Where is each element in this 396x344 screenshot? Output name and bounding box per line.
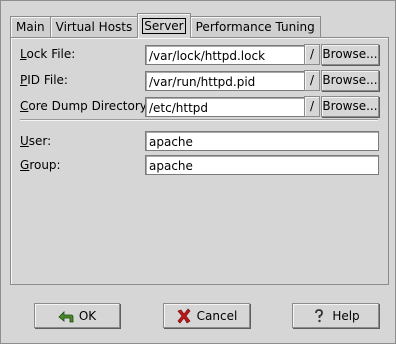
help-button-label: Help bbox=[332, 308, 360, 323]
tab-bar: Main Virtual Hosts Server Performance Tu… bbox=[10, 13, 321, 38]
tab-server[interactable]: Server bbox=[137, 13, 191, 38]
pid-file-slash-button[interactable]: / bbox=[304, 70, 320, 91]
ok-button-label: OK bbox=[78, 308, 97, 323]
user-label: User: bbox=[20, 130, 51, 152]
separator bbox=[20, 119, 378, 121]
tab-virtual-hosts-label: Virtual Hosts bbox=[55, 20, 133, 34]
pid-file-label-text: ID File: bbox=[27, 73, 68, 87]
question-icon bbox=[311, 308, 327, 324]
group-label: Group: bbox=[20, 154, 61, 176]
pid-file-browse-button[interactable]: Browse... bbox=[321, 70, 379, 91]
core-dump-browse-button[interactable]: Browse... bbox=[321, 96, 379, 117]
core-dump-input[interactable]: /etc/httpd bbox=[145, 97, 305, 117]
server-tab-panel: Lock File: /var/lock/httpd.lock / Browse… bbox=[10, 37, 389, 285]
pid-file-input[interactable]: /var/run/httpd.pid bbox=[145, 71, 305, 91]
cancel-button-label: Cancel bbox=[196, 308, 238, 323]
tab-performance-tuning-label: Performance Tuning bbox=[195, 20, 315, 34]
tab-virtual-hosts[interactable]: Virtual Hosts bbox=[49, 16, 139, 38]
help-button[interactable]: Help bbox=[292, 303, 379, 328]
lock-file-label-text: ock File: bbox=[26, 47, 76, 61]
user-label-text: ser: bbox=[28, 134, 52, 148]
group-input[interactable]: apache bbox=[145, 155, 379, 175]
core-dump-label: Core Dump Directory: bbox=[20, 95, 150, 117]
core-dump-label-text: ore Dump Directory: bbox=[28, 99, 151, 113]
user-label-mnemonic: U bbox=[20, 134, 29, 148]
group-label-text: roup: bbox=[29, 158, 61, 172]
arrow-left-icon bbox=[58, 308, 74, 324]
pid-file-label: PID File: bbox=[20, 69, 68, 91]
group-label-mnemonic: G bbox=[20, 158, 30, 172]
tab-server-label: Server bbox=[142, 18, 186, 34]
tab-performance-tuning[interactable]: Performance Tuning bbox=[189, 16, 321, 38]
lock-file-input[interactable]: /var/lock/httpd.lock bbox=[145, 45, 305, 65]
dialog-window: Main Virtual Hosts Server Performance Tu… bbox=[0, 0, 396, 344]
cancel-button[interactable]: Cancel bbox=[163, 303, 250, 328]
lock-file-browse-button[interactable]: Browse... bbox=[321, 44, 379, 65]
user-input[interactable]: apache bbox=[145, 131, 379, 151]
tab-main-label: Main bbox=[16, 20, 45, 34]
lock-file-label: Lock File: bbox=[20, 43, 75, 65]
lock-file-slash-button[interactable]: / bbox=[304, 44, 320, 65]
core-dump-slash-button[interactable]: / bbox=[304, 96, 320, 117]
ok-button[interactable]: OK bbox=[34, 303, 120, 328]
tab-main[interactable]: Main bbox=[10, 16, 51, 38]
x-icon bbox=[176, 308, 192, 324]
